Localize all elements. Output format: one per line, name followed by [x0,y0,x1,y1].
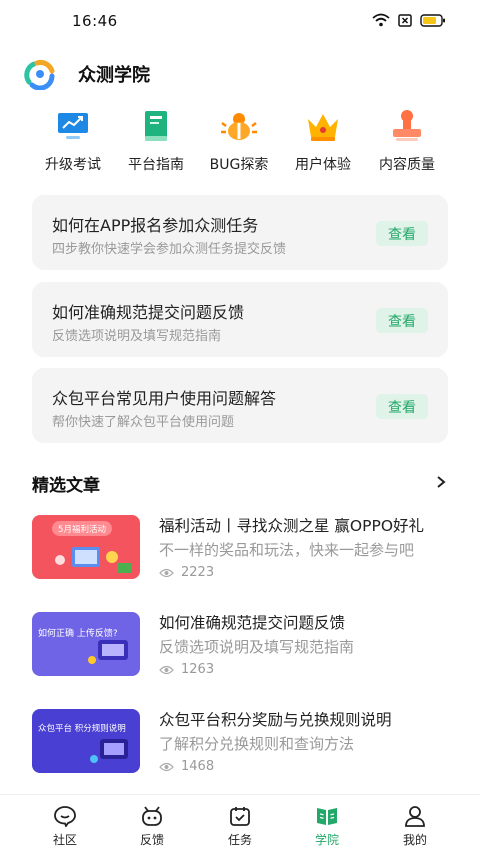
tab-task[interactable]: 任务 [210,805,270,848]
quick-entry-content-quality[interactable]: 内容质量 [362,106,452,174]
tab-academy[interactable]: 学院 [297,805,357,848]
no-sim-icon [398,13,412,27]
academy-icon [317,808,337,825]
monitor-chart-icon [53,106,93,146]
task-icon [230,807,250,826]
tab-label: 学院 [314,833,339,847]
quick-entry-bug-explore[interactable]: BUG探索 [194,106,284,174]
tab-profile[interactable]: 我的 [385,805,445,848]
guide-subtitle: 反馈选项说明及填写规范指南 [52,329,222,344]
article-views: 1468 [159,759,214,774]
quick-entry-label: 平台指南 [128,157,184,173]
article-item[interactable]: 如何正确 上传反馈? 如何准确规范提交问题反馈 反馈选项说明及填写规范指南 12… [32,612,448,678]
article-subtitle: 不一样的奖品和玩法，快来一起参与吧 [159,541,415,559]
tab-feedback[interactable]: 反馈 [122,805,182,848]
view-button[interactable]: 查看 [376,394,428,419]
status-bar: 16:46 [0,0,480,42]
view-count: 2223 [181,565,215,580]
guide-subtitle: 四步教你快速学会参加众测任务提交反馈 [52,242,287,257]
status-time: 16:46 [72,12,118,30]
guide-subtitle: 帮你快速了解众包平台使用问题 [52,415,235,430]
article-subtitle: 反馈选项说明及填写规范指南 [159,638,355,656]
profile-icon [405,806,425,827]
tab-label: 任务 [227,833,252,847]
guide-title: 如何准确规范提交问题反馈 [52,303,245,322]
quick-entry-user-experience[interactable]: 用户体验 [278,106,368,174]
article-title: 众包平台积分奖励与兑换规则说明 [159,711,392,729]
guide-title: 众包平台常见用户使用问题解答 [52,389,277,408]
article-views: 2223 [159,565,214,580]
bottom-tab-bar: 社区 反馈 任务 学院 我的 [0,794,480,853]
guide-card[interactable]: 如何准确规范提交问题反馈 反馈选项说明及填写规范指南 查看 [32,282,448,357]
book-icon [136,106,176,146]
page-title: 众测学院 [78,65,150,86]
thumb-text: 5月福利活动 [58,524,106,535]
featured-section-title: 精选文章 [32,476,100,496]
view-count: 1263 [181,662,215,677]
article-title: 如何准确规范提交问题反馈 [159,614,346,632]
app-header: 众测学院 [22,58,150,91]
quick-entry-label: 内容质量 [379,157,435,173]
quick-entry-label: 升级考试 [45,157,101,173]
thumb-text: 众包平台 积分规则说明 [38,723,126,734]
wifi-icon [372,13,390,27]
crown-icon [303,106,343,146]
eye-icon [159,762,174,771]
battery-icon [420,13,446,27]
thumb-text: 如何正确 上传反馈? [38,627,118,639]
tab-community[interactable]: 社区 [35,805,95,848]
guide-card[interactable]: 众包平台常见用户使用问题解答 帮你快速了解众包平台使用问题 查看 [32,368,448,443]
tab-label: 我的 [402,833,427,847]
article-item[interactable]: 众包平台 积分规则说明 众包平台积分奖励与兑换规则说明 了解积分兑换规则和查询方… [32,709,448,775]
view-count: 1468 [181,759,215,774]
quick-entry-label: BUG探索 [209,157,269,173]
article-title: 福利活动丨寻找众测之星 赢OPPO好礼 [159,517,425,535]
article-item[interactable]: 5月福利活动 福利活动丨寻找众测之星 赢OPPO好礼 不一样的奖品和玩法，快来一… [32,515,448,581]
tab-label: 社区 [52,833,77,847]
view-button[interactable]: 查看 [376,308,428,333]
quick-entry-upgrade-exam[interactable]: 升级考试 [28,106,118,174]
guide-title: 如何在APP报名参加众测任务 [52,216,259,235]
community-icon [54,806,76,827]
view-button[interactable]: 查看 [376,221,428,246]
chevron-right-icon[interactable] [434,474,448,488]
quick-entry-platform-guide[interactable]: 平台指南 [111,106,201,174]
guide-card[interactable]: 如何在APP报名参加众测任务 四步教你快速学会参加众测任务提交反馈 查看 [32,195,448,270]
eye-icon [159,665,174,674]
status-icons [372,13,446,27]
academy-logo-icon [22,58,58,91]
article-subtitle: 了解积分兑换规则和查询方法 [159,735,355,753]
bug-icon [219,106,259,146]
quick-entry-label: 用户体验 [295,157,351,173]
article-views: 1263 [159,662,214,677]
eye-icon [159,568,174,577]
tab-label: 反馈 [139,833,164,847]
stamp-icon [387,106,427,146]
article-thumbnail: 5月福利活动 [32,515,140,579]
article-thumbnail: 如何正确 上传反馈? [32,612,140,676]
quick-entry-row: 升级考试 平台指南 BUG探索 用户体验 内容质量 [0,106,480,176]
article-thumbnail: 众包平台 积分规则说明 [32,709,140,773]
feedback-icon [142,806,162,826]
